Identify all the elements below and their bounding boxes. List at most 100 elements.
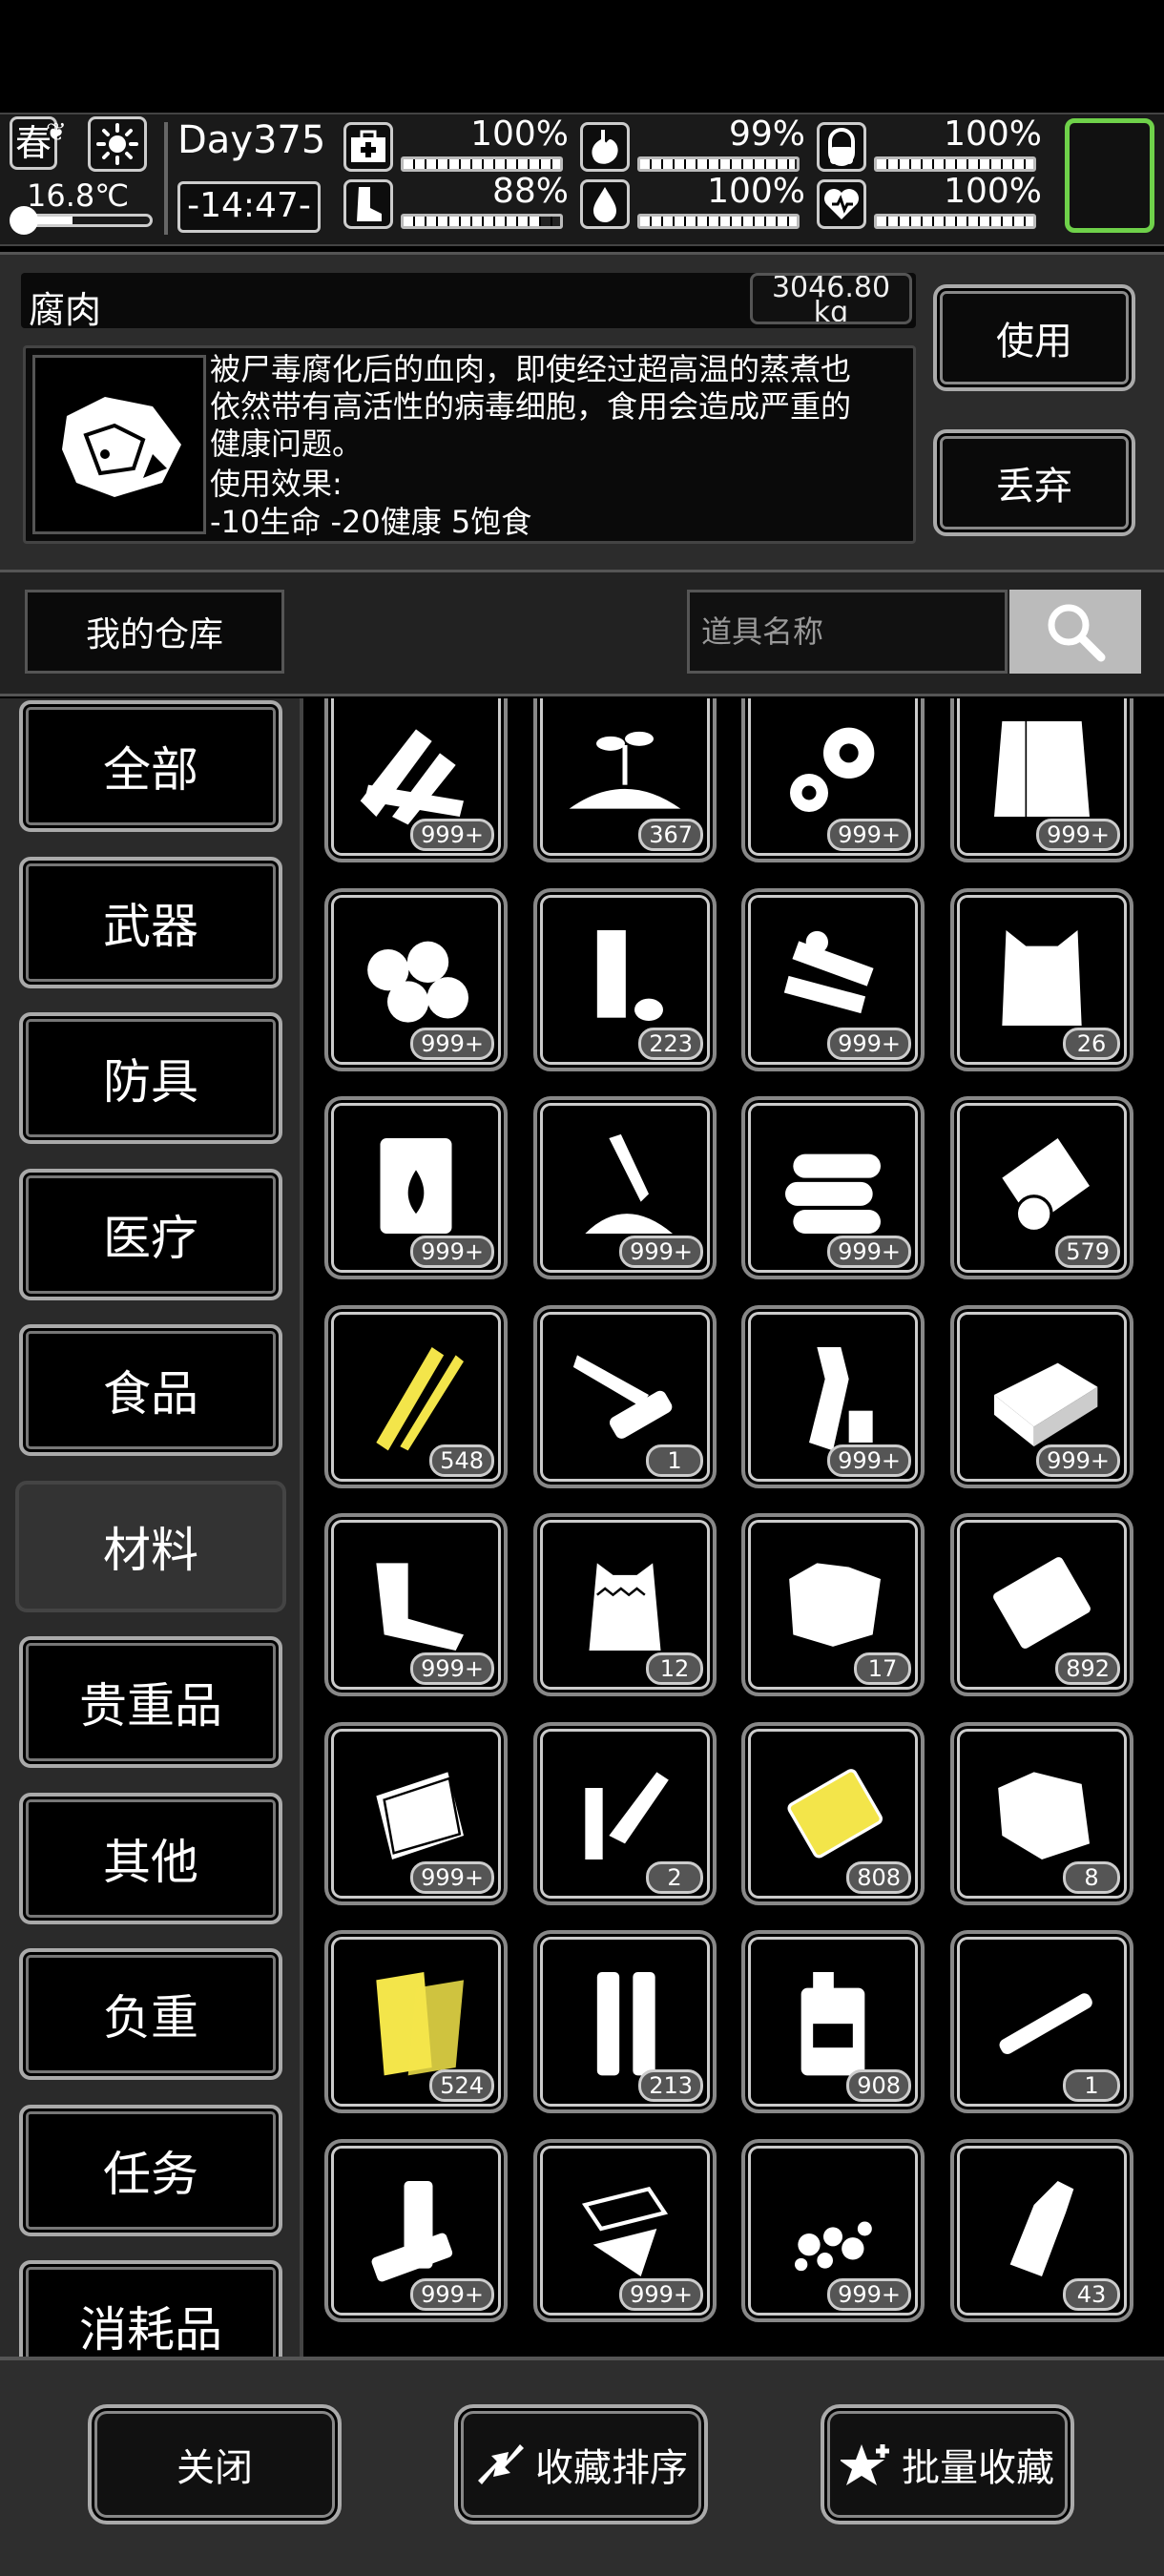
item-slot[interactable]: 12 — [533, 1513, 717, 1696]
item-slot[interactable]: 999+ — [324, 887, 508, 1071]
stat-mood-bar — [874, 214, 1036, 229]
category-list: 全部武器防具医疗食品材料贵重品其他负重任务消耗品 — [0, 698, 303, 2357]
sort-favorites-button[interactable]: 收藏排序 — [454, 2404, 708, 2524]
search-input[interactable]: 道具名称 — [687, 590, 1008, 674]
stat-mood-percent: 100% — [944, 172, 1042, 211]
close-button[interactable]: 关闭 — [88, 2404, 342, 2524]
item-slot[interactable]: 999+ — [533, 2138, 717, 2322]
item-name: 腐肉 — [29, 289, 102, 331]
stat-hunger-percent: 99% — [728, 114, 805, 154]
item-count: 999+ — [827, 819, 911, 851]
drop-button[interactable]: 丢弃 — [933, 429, 1135, 536]
stat-stamina-bar — [401, 214, 563, 229]
item-count: 999+ — [410, 819, 494, 851]
stat-mood: 100% — [817, 172, 1042, 233]
item-count: 999+ — [827, 1236, 911, 1268]
item-slot[interactable]: 999+ — [324, 1096, 508, 1279]
boot-icon — [343, 179, 393, 229]
item-slot[interactable]: 579 — [950, 1096, 1133, 1279]
item-count: 808 — [846, 1860, 911, 1894]
stomach-icon — [580, 122, 630, 172]
category-4[interactable]: 食品 — [19, 1324, 282, 1456]
heart-icon — [817, 179, 866, 229]
item-slot[interactable]: 999+ — [324, 1513, 508, 1696]
stat-thirst-percent: 100% — [707, 172, 805, 211]
stat-health-bar — [401, 156, 563, 172]
item-count: 17 — [854, 1652, 911, 1685]
item-slot[interactable]: 26 — [950, 887, 1133, 1071]
search-icon — [1048, 604, 1106, 662]
item-count: 999+ — [619, 2277, 703, 2311]
item-slot[interactable]: 999+ — [950, 698, 1133, 862]
stat-thirst: 100% — [580, 172, 805, 233]
hud-divider — [164, 122, 168, 235]
item-slot[interactable]: 43 — [950, 2138, 1133, 2322]
item-slot[interactable]: 908 — [741, 1930, 925, 2113]
item-slot[interactable]: 999+ — [741, 887, 925, 1071]
item-grid: 999+ 367 999+ 999+ 999+ 223 999+ 26 999+ 999+ 999+… — [307, 698, 1164, 2357]
sort-favorites-label: 收藏排序 — [535, 2446, 688, 2490]
item-slot[interactable]: 2 — [533, 1721, 717, 1905]
item-description: 被尸毒腐化后的血肉，即使经过超高温的蒸煮也 依然带有高活性的病毒细胞，食用会造成… — [210, 351, 852, 462]
day-counter: Day375 — [177, 118, 326, 162]
item-slot[interactable]: 999+ — [533, 1096, 717, 1279]
category-8[interactable]: 负重 — [19, 1948, 282, 2080]
search-button[interactable] — [1009, 590, 1141, 674]
item-count: 43 — [1063, 2277, 1120, 2311]
item-count: 999+ — [827, 1027, 911, 1060]
category-10[interactable]: 消耗品 — [19, 2260, 282, 2357]
use-button[interactable]: 使用 — [933, 284, 1135, 391]
star-plus-icon — [841, 2444, 889, 2485]
item-slot[interactable]: 1 — [950, 1930, 1133, 2113]
equipped-slot[interactable] — [1065, 118, 1154, 233]
item-slot[interactable]: 367 — [533, 698, 717, 862]
sun-icon — [88, 116, 147, 172]
item-effect-label: 使用效果: — [210, 466, 343, 502]
item-slot[interactable]: 524 — [324, 1930, 508, 2113]
item-slot[interactable]: 8 — [950, 1721, 1133, 1905]
item-count: 12 — [646, 1652, 703, 1685]
item-slot[interactable]: 999+ — [741, 1096, 925, 1279]
item-slot[interactable]: 223 — [533, 887, 717, 1071]
item-count: 26 — [1063, 1027, 1120, 1060]
item-slot[interactable]: 1 — [533, 1304, 717, 1488]
batch-favorite-button[interactable]: 批量收藏 — [821, 2404, 1074, 2524]
category-5[interactable]: 材料 — [15, 1480, 286, 1612]
category-3[interactable]: 医疗 — [19, 1168, 282, 1300]
stat-health: 100% — [343, 114, 569, 176]
item-slot[interactable]: 999+ — [741, 1304, 925, 1488]
item-count: 548 — [429, 1444, 494, 1477]
leaf-icon: ❦ — [46, 118, 67, 147]
item-slot[interactable]: 213 — [533, 1930, 717, 2113]
item-count: 223 — [638, 1027, 703, 1060]
item-slot[interactable]: 999+ — [324, 2138, 508, 2322]
item-count: 999+ — [410, 1027, 494, 1060]
category-7[interactable]: 其他 — [19, 1792, 282, 1924]
item-count: 999+ — [410, 1652, 494, 1685]
item-slot[interactable]: 999+ — [741, 698, 925, 862]
category-6[interactable]: 贵重品 — [19, 1636, 282, 1768]
temperature-value: 16.8℃ — [27, 177, 130, 214]
category-1[interactable]: 武器 — [19, 856, 282, 988]
item-slot[interactable]: 892 — [950, 1513, 1133, 1696]
category-0[interactable]: 全部 — [19, 700, 282, 832]
item-slot[interactable]: 999+ — [950, 1304, 1133, 1488]
item-count: 908 — [846, 2069, 911, 2102]
item-slot[interactable]: 999+ — [324, 1721, 508, 1905]
item-slot[interactable]: 999+ — [741, 2138, 925, 2322]
batch-favorite-label: 批量收藏 — [902, 2446, 1054, 2490]
item-effect-value: -10生命 -20健康 5饱食 — [210, 504, 532, 540]
item-count: 999+ — [827, 2277, 911, 2311]
item-slot[interactable]: 17 — [741, 1513, 925, 1696]
category-2[interactable]: 防具 — [19, 1012, 282, 1144]
item-count: 8 — [1063, 1860, 1120, 1894]
item-count: 892 — [1055, 1652, 1120, 1685]
my-warehouse-tab[interactable]: 我的仓库 — [25, 590, 284, 674]
item-slot[interactable]: 548 — [324, 1304, 508, 1488]
item-count: 2 — [646, 1860, 703, 1894]
item-slot[interactable]: 999+ — [324, 698, 508, 862]
item-count: 579 — [1055, 1236, 1120, 1268]
item-slot[interactable]: 808 — [741, 1721, 925, 1905]
category-9[interactable]: 任务 — [19, 2104, 282, 2236]
thermometer-bulb — [10, 206, 38, 235]
